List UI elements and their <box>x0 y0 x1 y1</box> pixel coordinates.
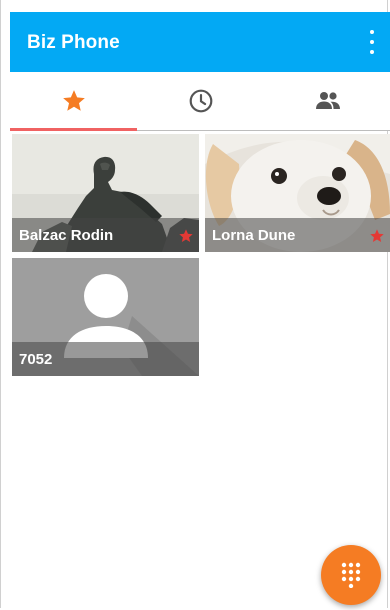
clock-icon <box>189 89 212 113</box>
tab-contacts[interactable] <box>264 72 390 130</box>
tab-recents[interactable] <box>137 72 264 130</box>
contact-name: Balzac Rodin <box>19 227 114 244</box>
tab-indicator <box>10 128 137 131</box>
contact-name: 7052 <box>19 351 53 368</box>
dialpad-icon <box>341 562 361 588</box>
app-bar: Biz Phone <box>10 12 390 72</box>
favorite-tile[interactable]: 7052 <box>12 258 199 376</box>
favorite-tile[interactable]: Lorna Dune <box>205 134 390 252</box>
starred-icon <box>370 229 384 242</box>
contact-name: Lorna Dune <box>212 227 296 244</box>
more-options-icon[interactable] <box>364 30 380 54</box>
dialpad-button[interactable] <box>321 545 381 605</box>
people-icon <box>315 92 340 109</box>
starred-icon <box>179 229 193 242</box>
tab-favorites[interactable] <box>10 72 137 130</box>
favorites-grid: Balzac Rodin Lorna Dune 7052 <box>12 134 390 394</box>
favorite-tile[interactable]: Balzac Rodin <box>12 134 199 252</box>
tab-bar <box>10 72 390 131</box>
app-title: Biz Phone <box>27 32 120 53</box>
star-icon <box>62 90 85 111</box>
